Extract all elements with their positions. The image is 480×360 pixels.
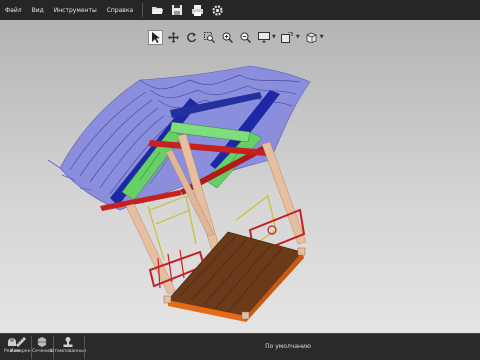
menu-file[interactable]: Файл bbox=[0, 7, 27, 14]
settings-icon bbox=[212, 4, 223, 16]
menu-help[interactable]: Справка bbox=[102, 7, 138, 14]
print-icon bbox=[191, 4, 203, 16]
statusbar-separator bbox=[53, 336, 54, 359]
save-button[interactable] bbox=[170, 3, 184, 17]
menu-tools[interactable]: Инструменты bbox=[49, 7, 102, 14]
stamp-tool[interactable]: Штампованные bbox=[50, 336, 86, 360]
open-file-icon bbox=[151, 7, 163, 14]
measure-label: Измерен. bbox=[10, 349, 32, 354]
stamp-icon bbox=[63, 337, 73, 347]
floor bbox=[163, 231, 306, 322]
pavilion-3d-model[interactable] bbox=[0, 20, 480, 333]
open-file-button[interactable] bbox=[150, 3, 164, 17]
measure-icon bbox=[15, 336, 27, 348]
print-button[interactable] bbox=[190, 3, 204, 17]
statusbar-separator bbox=[84, 336, 85, 359]
sections-tool[interactable]: Сечения bbox=[30, 336, 54, 360]
default-view-label[interactable]: По умолчанию bbox=[240, 343, 336, 350]
3d-viewport[interactable]: ▼ ▼ ▼ bbox=[0, 20, 480, 333]
menu-view[interactable]: Вид bbox=[27, 7, 49, 14]
menu-bar: Файл Вид Инструменты Справка bbox=[0, 0, 480, 20]
menu-separator bbox=[142, 3, 144, 17]
sections-icon bbox=[37, 336, 47, 348]
settings-button[interactable] bbox=[210, 3, 224, 17]
status-bar: Режим Измерен. Сечения Штампованные По у… bbox=[0, 333, 480, 360]
save-icon bbox=[172, 5, 183, 15]
stamp-label: Штампованные bbox=[49, 349, 87, 354]
